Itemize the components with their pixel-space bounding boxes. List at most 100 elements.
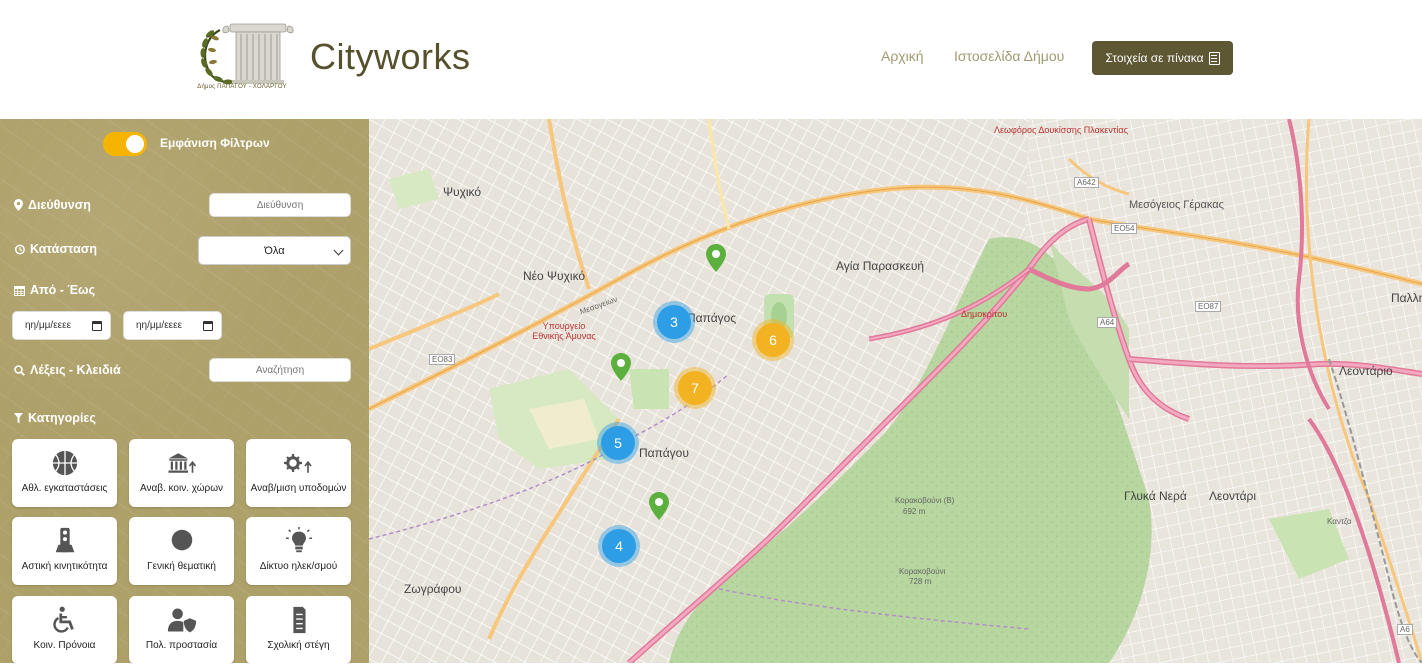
table-view-button[interactable]: Στοιχεία σε πίνακα xyxy=(1092,41,1233,75)
nav-municipality-site-link[interactable]: Ιστοσελίδα Δήμου xyxy=(954,48,1064,64)
address-label-row: Διεύθυνση xyxy=(14,198,91,212)
category-label: Αναβ/μιση υποδομών xyxy=(250,483,347,494)
categories-label: Κατηγορίες xyxy=(28,411,96,425)
category-public-spaces[interactable]: Αναβ. κοιν. χώρων xyxy=(129,439,234,507)
keywords-input[interactable] xyxy=(209,358,351,382)
map-label-e087: ΕΟ87 xyxy=(1195,301,1222,312)
map-label-korakobouni: Κορακοβούνι xyxy=(899,567,946,576)
category-label: Πολ. προστασία xyxy=(145,640,218,651)
marker-cluster[interactable]: 3 xyxy=(657,305,691,339)
map-base-tiles[interactable] xyxy=(369,119,1422,663)
category-lighting-network[interactable]: Δίκτυο ηλεκ/σμού xyxy=(246,517,351,585)
category-label: Αθλ. εγκαταστάσεις xyxy=(21,483,108,494)
map-label-korakobouni-height: 728 m xyxy=(909,577,932,586)
map-label-e083: ΕΟ83 xyxy=(429,354,456,365)
traffic-light-icon xyxy=(55,527,74,553)
marker-cluster[interactable]: 7 xyxy=(678,371,712,405)
lightbulb-icon xyxy=(285,527,312,553)
map-view[interactable]: Ψυχικό Νέο Ψυχικό Αγία Παρασκευή Παπάγος… xyxy=(369,119,1422,663)
map-label-neo-psychiko: Νέο Ψυχικό xyxy=(523,269,586,283)
status-select[interactable]: Όλα xyxy=(198,236,351,265)
marker-cluster[interactable]: 4 xyxy=(602,529,636,563)
map-label-glyka-nera: Γλυκά Νερά xyxy=(1124,489,1187,503)
categories-label-row: Κατηγορίες xyxy=(14,411,96,425)
category-label: Δίκτυο ηλεκ/σμού xyxy=(259,561,338,572)
map-label-dimokritou: Δημοκρίτου xyxy=(961,309,1008,319)
map-label-leontari: Λεοντάρι xyxy=(1209,489,1257,503)
filters-sidebar: Εμφάνιση Φίλτρων Διεύθυνση Κατάσταση Όλα… xyxy=(0,119,369,664)
status-label: Κατάσταση xyxy=(30,242,97,256)
filter-icon xyxy=(14,412,23,423)
school-building-icon xyxy=(292,606,306,634)
logo-caption: Δήμος ΠΑΠΑΓΟΥ - ΧΟΛΑΡΓΟΥ xyxy=(197,84,287,90)
map-label-papagou: Παπάγου xyxy=(639,446,689,460)
category-social-care[interactable]: Κοιν. Πρόνοια xyxy=(12,596,117,664)
header: Δήμος ΠΑΠΑΓΟΥ - ΧΟΛΑΡΓΟΥ Cityworks Αρχικ… xyxy=(0,0,1422,119)
keywords-label-row: Λέξεις - Κλειδιά xyxy=(14,363,121,377)
date-to-input[interactable]: ηη/μμ/εεεε xyxy=(123,311,222,340)
category-infrastructure[interactable]: Αναβ/μιση υποδομών xyxy=(246,439,351,507)
category-label: Κοιν. Πρόνοια xyxy=(33,640,96,651)
location-pin-icon[interactable] xyxy=(706,244,726,272)
map-label-a64: A64 xyxy=(1097,317,1118,328)
category-label: Αναβ. κοιν. χώρων xyxy=(139,483,224,494)
location-pin-icon[interactable] xyxy=(611,353,631,381)
toggle-knob xyxy=(126,135,144,153)
map-label-a642: A642 xyxy=(1074,177,1099,188)
category-general-theme[interactable]: Γενική θεματική xyxy=(129,517,234,585)
dates-label: Από - Έως xyxy=(30,283,96,297)
category-label: Σχολική στέγη xyxy=(267,640,330,651)
filters-toggle[interactable] xyxy=(103,132,147,156)
search-icon xyxy=(14,364,25,376)
map-label-ministry: Υπουργείο Εθνικής Άμυνας xyxy=(532,321,596,341)
date-from-input[interactable]: ηη/μμ/εεεε xyxy=(12,311,111,340)
map-label-kantza: Καντζα xyxy=(1327,517,1352,526)
nav-home-link[interactable]: Αρχική xyxy=(881,48,924,64)
category-urban-mobility[interactable]: Αστική κινητικότητα xyxy=(12,517,117,585)
gears-up-icon xyxy=(283,454,312,473)
map-label-agia-paraskevi: Αγία Παρασκευή xyxy=(836,259,925,273)
category-civil-protection[interactable]: Πολ. προστασία xyxy=(129,596,234,664)
chevron-down-icon xyxy=(333,245,344,256)
location-pin-icon[interactable] xyxy=(649,492,669,520)
dates-label-row: Από - Έως xyxy=(14,283,95,297)
map-label-psychiko: Ψυχικό xyxy=(443,185,482,199)
circle-icon xyxy=(171,529,192,551)
marker-cluster[interactable]: 5 xyxy=(601,426,635,460)
date-from-value: ηη/μμ/εεεε xyxy=(25,320,72,331)
map-label-leontario: Λεοντάριο xyxy=(1339,364,1393,378)
category-label: Αστική κινητικότητα xyxy=(21,561,108,572)
keywords-label: Λέξεις - Κλειδιά xyxy=(30,363,121,377)
user-shield-icon xyxy=(167,608,196,633)
wheelchair-icon xyxy=(52,606,74,633)
category-school-buildings[interactable]: Σχολική στέγη xyxy=(246,596,351,664)
calendar-icon xyxy=(14,285,25,296)
marker-cluster[interactable]: 6 xyxy=(756,323,790,357)
map-label-pallini: Παλλη xyxy=(1391,291,1422,305)
map-label-papagos: Παπάγος xyxy=(687,311,737,325)
address-label: Διεύθυνση xyxy=(28,198,91,212)
map-label-korakobouni-b-height: 692 m xyxy=(903,507,926,516)
basketball-icon xyxy=(52,450,77,476)
map-label-korakobouni-b: Κορακοβούνι (Β) xyxy=(895,496,955,505)
brand-title[interactable]: Cityworks xyxy=(310,36,471,78)
history-icon xyxy=(14,244,25,254)
table-view-button-label: Στοιχεία σε πίνακα xyxy=(1105,51,1204,65)
category-label: Γενική θεματική xyxy=(147,561,216,572)
document-icon xyxy=(1208,51,1220,65)
status-label-row: Κατάσταση xyxy=(14,242,97,256)
status-select-value: Όλα xyxy=(264,244,285,257)
map-label-e054: ΕΟ54 xyxy=(1111,223,1138,234)
calendar-picker-icon[interactable] xyxy=(203,321,213,331)
filters-toggle-label: Εμφάνιση Φίλτρων xyxy=(160,136,270,150)
map-marker-icon xyxy=(14,199,23,211)
category-sports-facilities[interactable]: Αθλ. εγκαταστάσεις xyxy=(12,439,117,507)
date-to-value: ηη/μμ/εεεε xyxy=(136,320,183,331)
building-up-icon xyxy=(168,453,196,473)
map-label-zografou: Ζωγράφου xyxy=(404,582,462,596)
address-input[interactable] xyxy=(209,193,351,217)
calendar-picker-icon[interactable] xyxy=(92,321,102,331)
map-label-gerakas: Μεσόγειος Γέρακας xyxy=(1129,199,1224,211)
map-label-doukissis: Λεωφόρος Δουκίσσης Πλακεντίας xyxy=(994,125,1128,135)
map-label-a6: A6 xyxy=(1397,624,1413,635)
